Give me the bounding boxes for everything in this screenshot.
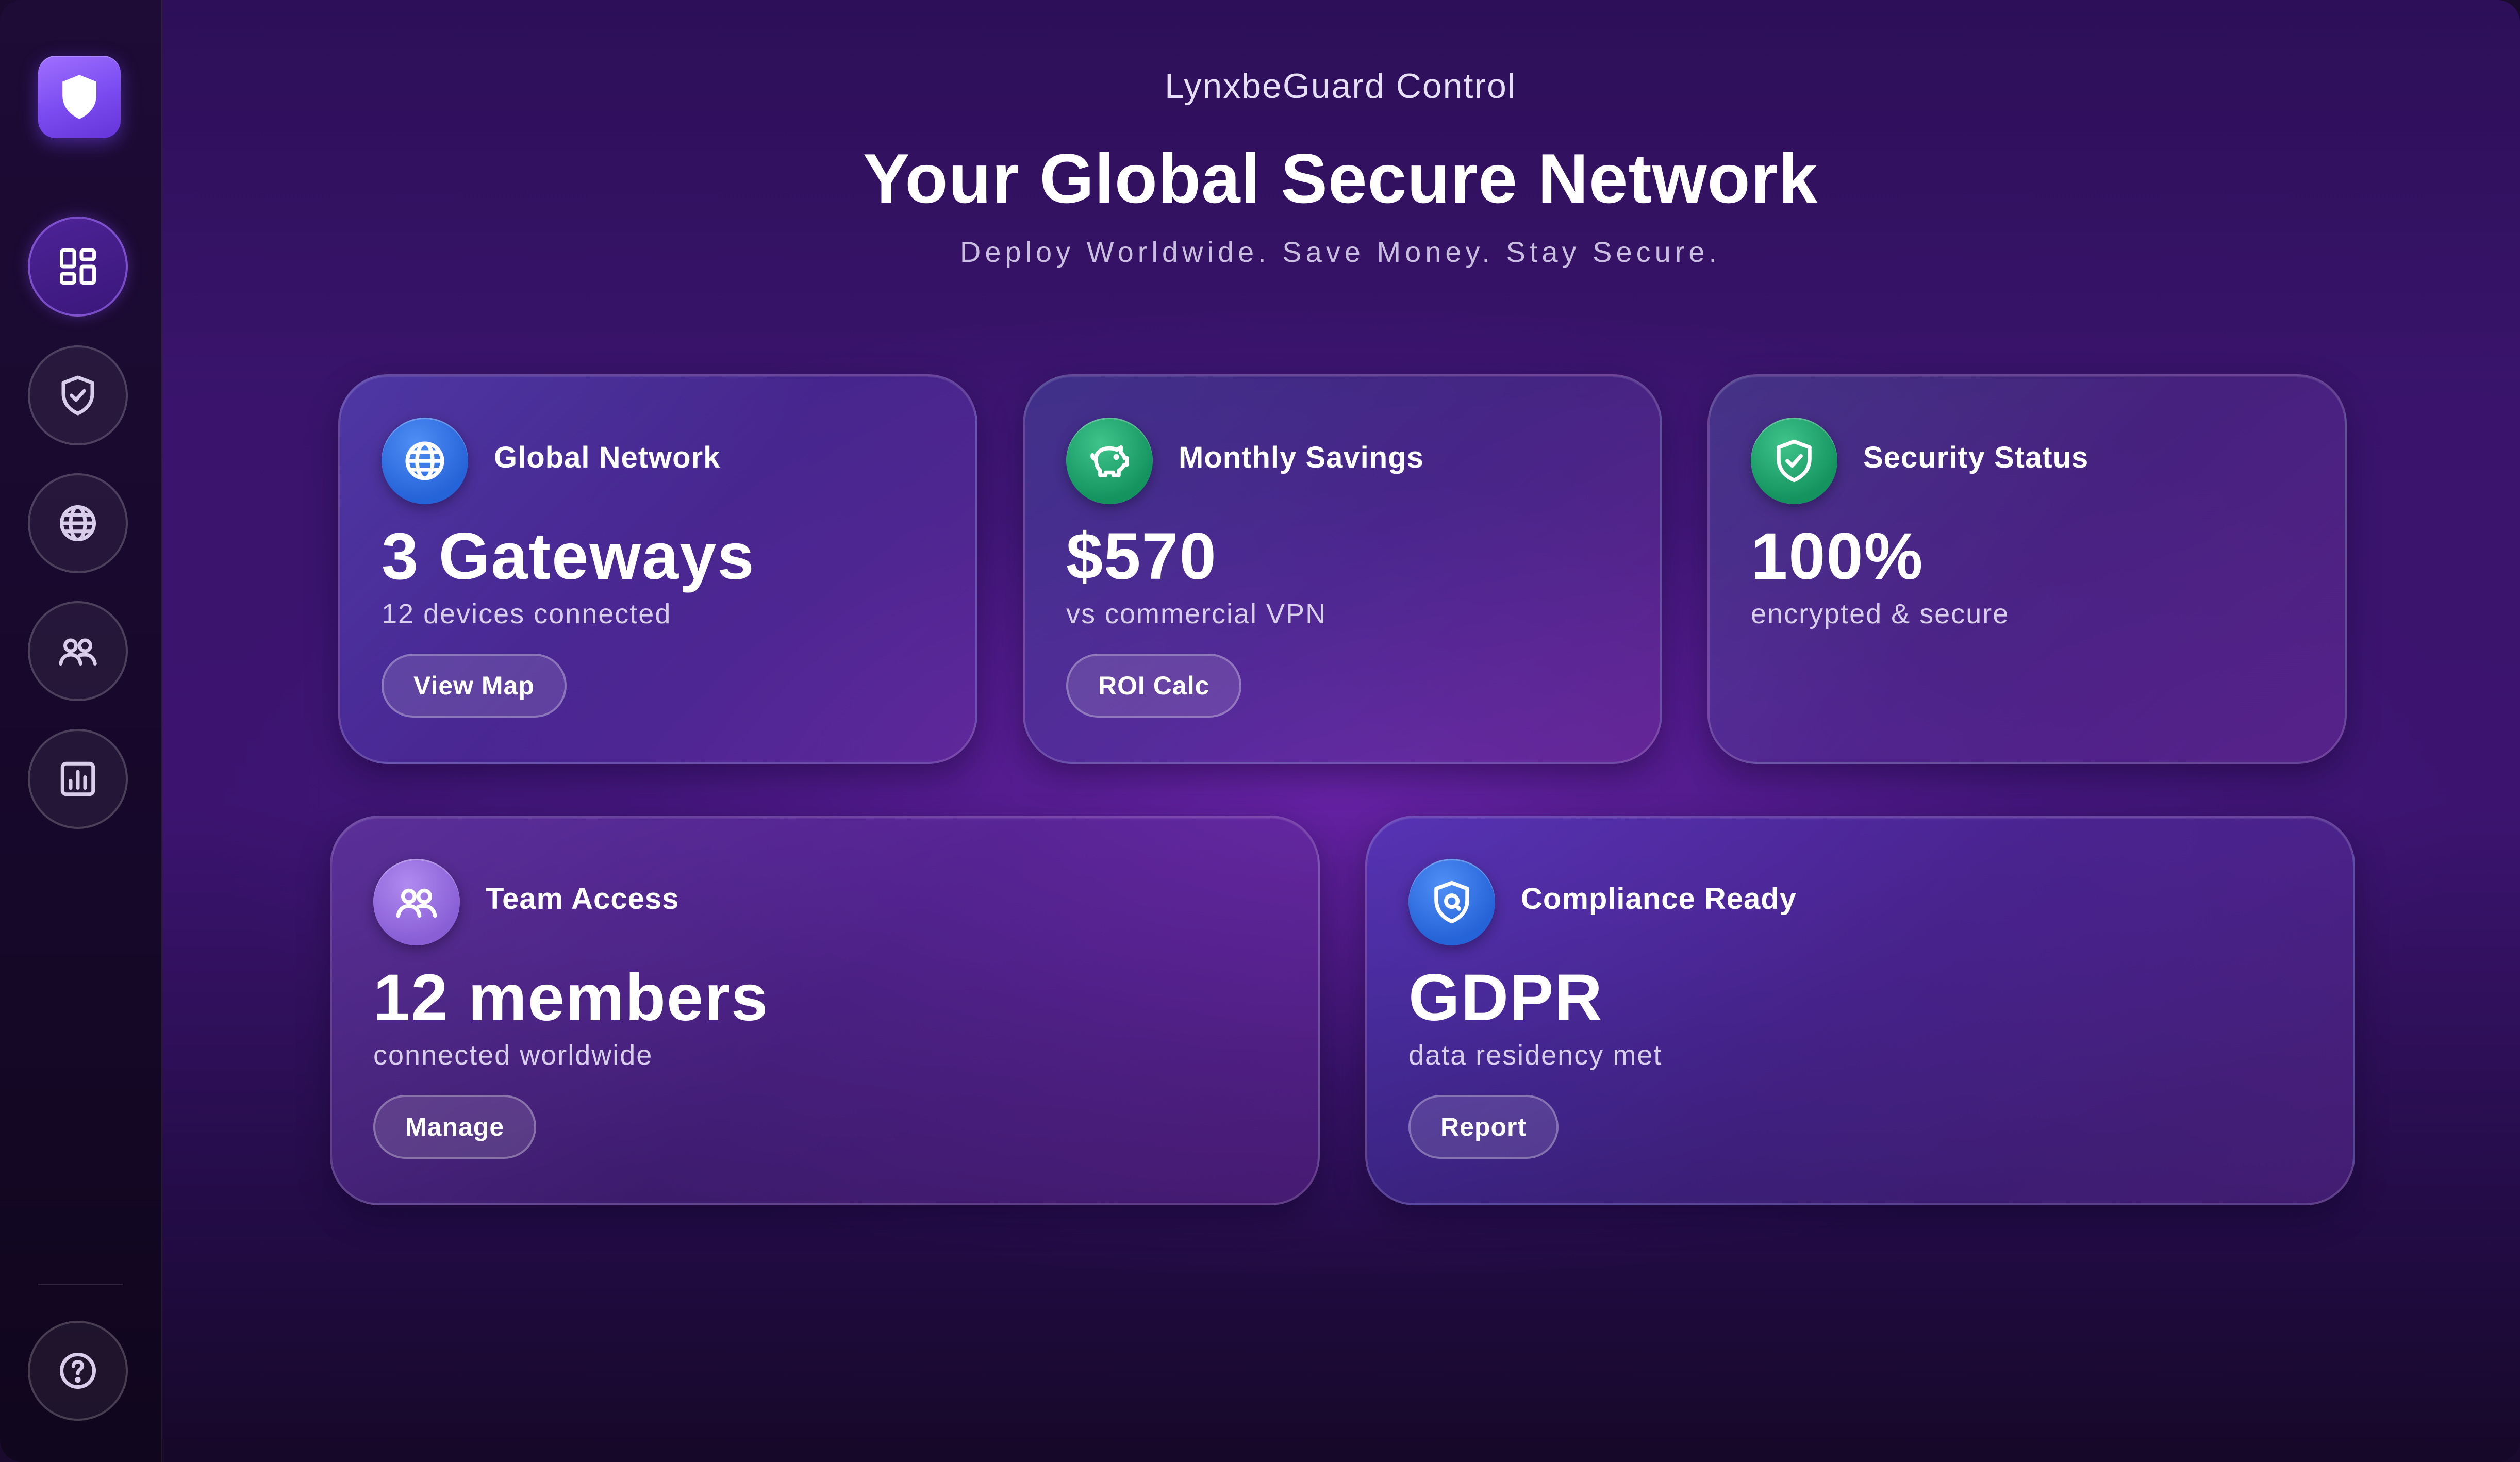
sidebar: [0, 0, 162, 1462]
globe-icon: [405, 441, 444, 480]
card-subtext: data residency met: [1408, 1040, 1663, 1071]
card-label: Monthly Savings: [1179, 441, 1424, 474]
card-value: GDPR: [1408, 961, 1603, 1035]
roi-calc-button[interactable]: ROI Calc: [1066, 654, 1242, 718]
sidebar-divider: [38, 1284, 123, 1285]
page-title: Your Global Secure Network: [863, 139, 1818, 218]
card-subtext: 12 devices connected: [382, 599, 672, 629]
page-tagline: Deploy Worldwide. Save Money. Stay Secur…: [959, 236, 1721, 268]
view-map-button[interactable]: View Map: [382, 654, 567, 718]
card-value: $570: [1066, 520, 1217, 593]
card-value: 3 Gateways: [382, 520, 755, 593]
global-network-card: Global Network 3 Gateways 12 devices con…: [338, 374, 977, 764]
app-logo: [38, 56, 121, 138]
card-subtext: vs commercial VPN: [1066, 599, 1327, 629]
compliance-ready-card: Compliance Ready GDPR data residency met…: [1365, 816, 2355, 1205]
shield-icon: [62, 75, 96, 119]
globe-icon: [60, 505, 96, 541]
shield-check-icon: [1777, 439, 1812, 483]
card-icon-badge: [1066, 418, 1153, 504]
analytics-icon: [60, 761, 95, 796]
shield-check-icon: [61, 375, 94, 416]
team-access-card: Team Access 12 members connected worldwi…: [330, 816, 1320, 1205]
sidebar-item-security[interactable]: [28, 345, 128, 445]
sidebar-item-analytics[interactable]: [28, 729, 128, 829]
card-icon-badge: [373, 859, 460, 945]
team-icon: [396, 888, 437, 918]
card-icon-badge: [382, 418, 468, 504]
card-icon-badge: [1408, 859, 1495, 945]
card-label: Global Network: [494, 441, 721, 474]
team-icon: [59, 638, 97, 666]
sidebar-item-network[interactable]: [28, 473, 128, 573]
piggy-bank-icon: [1090, 445, 1129, 477]
card-value: 12 members: [373, 961, 769, 1035]
card-label: Compliance Ready: [1521, 882, 1797, 916]
report-button[interactable]: Report: [1408, 1095, 1559, 1159]
card-label: Security Status: [1863, 441, 2089, 474]
shield-lock-icon: [1434, 880, 1469, 924]
card-label: Team Access: [486, 882, 679, 916]
app-name: LynxbeGuard Control: [1165, 67, 1516, 106]
sidebar-item-help[interactable]: [28, 1321, 128, 1421]
monthly-savings-card: Monthly Savings $570 vs commercial VPN R…: [1023, 374, 1662, 764]
security-status-card: Security Status 100% encrypted & secure: [1707, 374, 2347, 764]
card-subtext: connected worldwide: [373, 1040, 653, 1071]
card-subtext: encrypted & secure: [1751, 599, 2010, 629]
card-icon-badge: [1751, 418, 1837, 504]
sidebar-item-dashboard[interactable]: [28, 217, 128, 317]
manage-button[interactable]: Manage: [373, 1095, 537, 1159]
sidebar-item-team[interactable]: [28, 601, 128, 701]
app-window: LynxbeGuard Control Your Global Secure N…: [0, 0, 2520, 1462]
card-value: 100%: [1751, 520, 1924, 593]
help-icon: [60, 1353, 96, 1389]
dashboard-icon: [60, 248, 96, 285]
